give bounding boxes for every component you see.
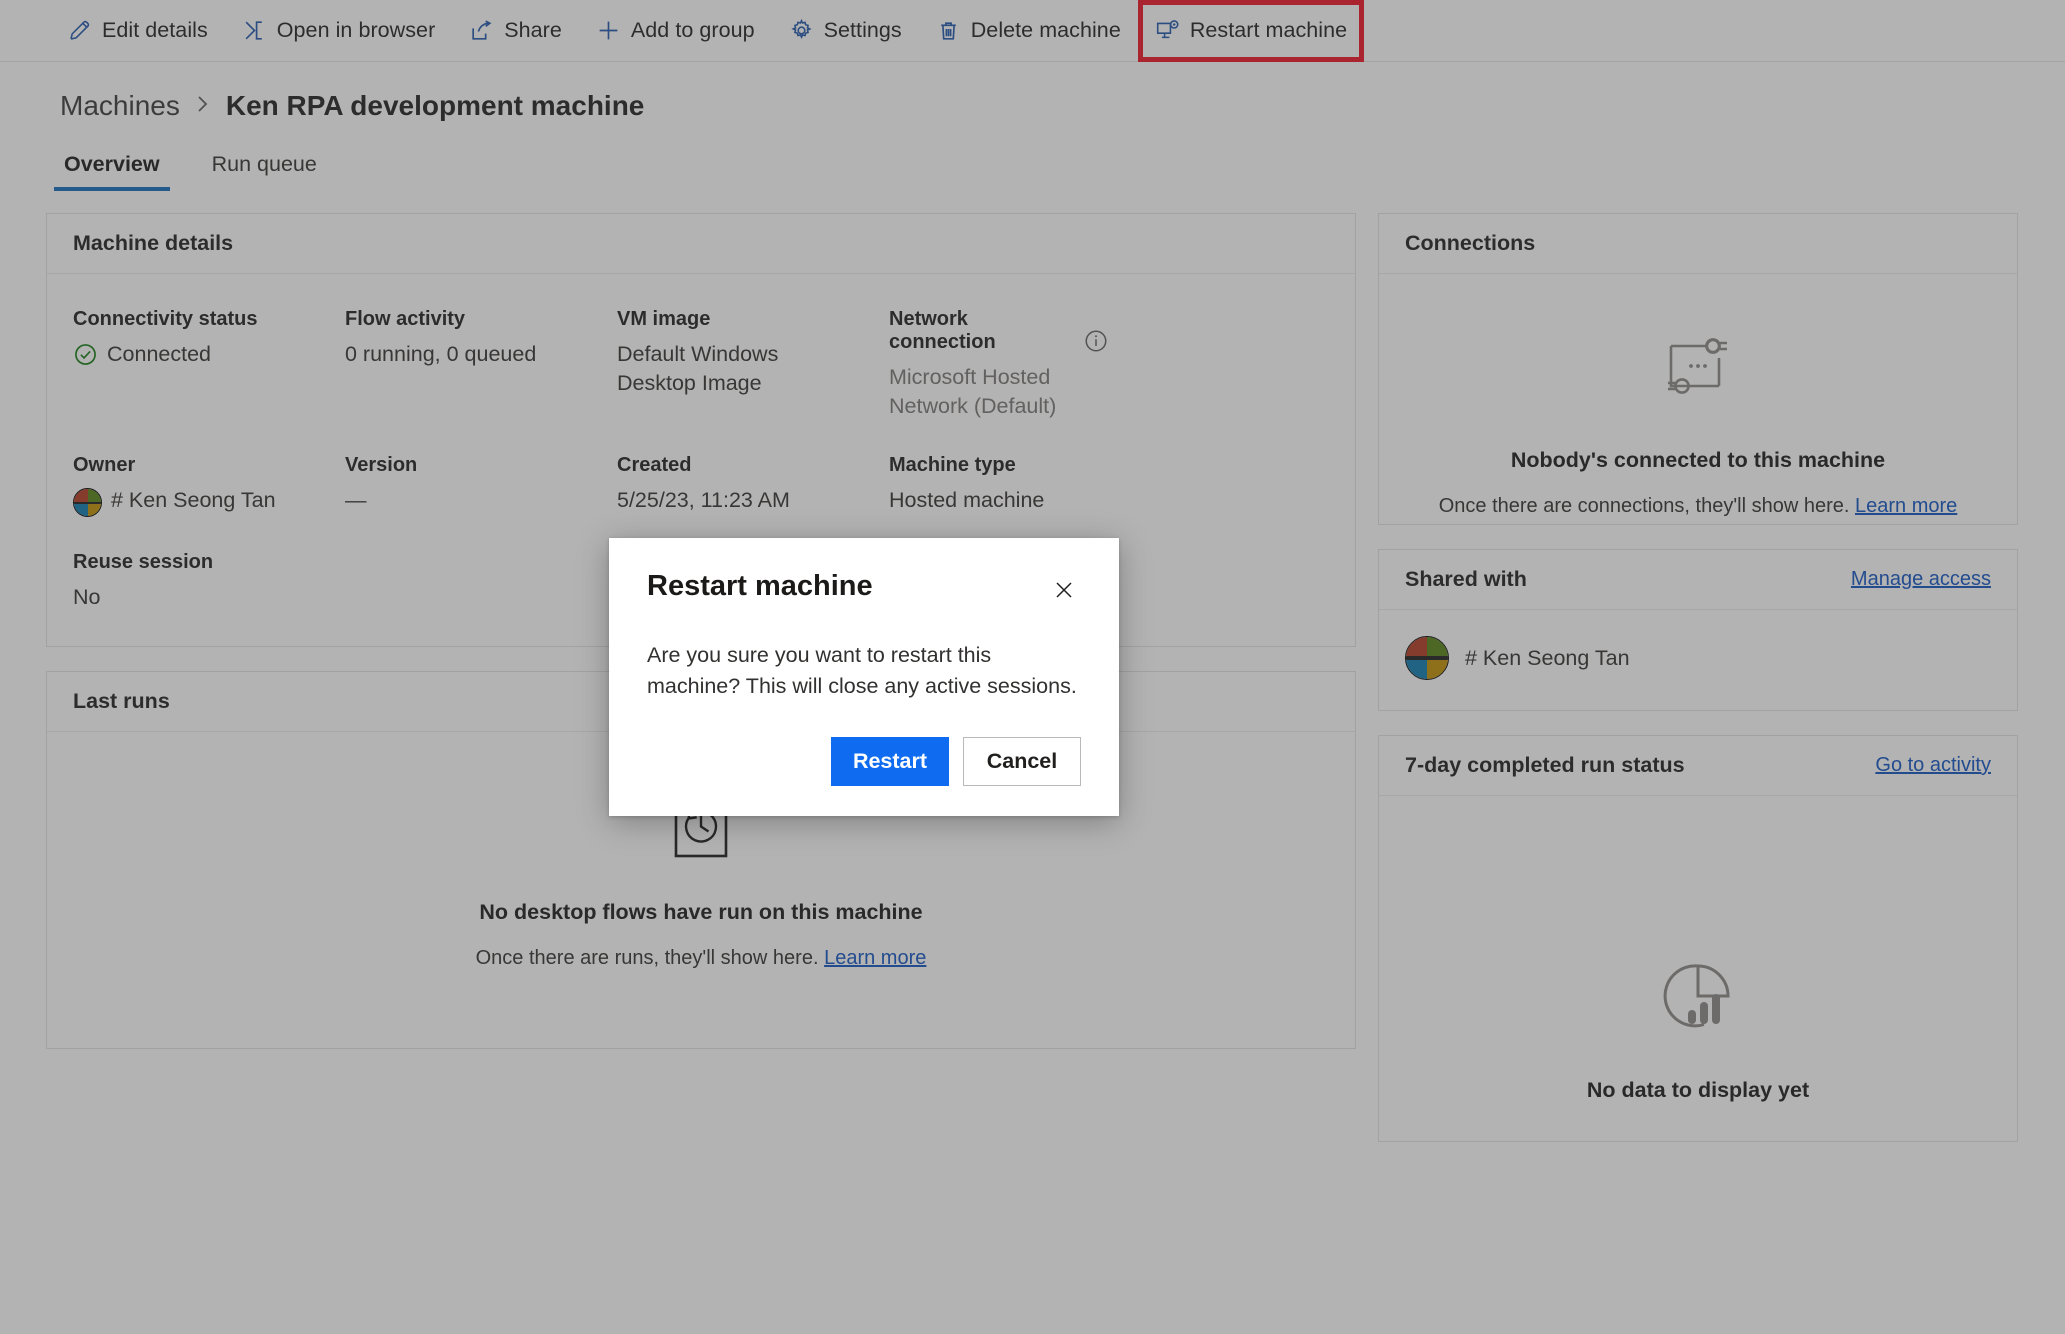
close-icon[interactable] [1047,573,1081,607]
cancel-button[interactable]: Cancel [963,737,1081,787]
restart-confirm-button[interactable]: Restart [831,737,949,787]
dialog-message: Are you sure you want to restart this ma… [647,643,1077,698]
dialog-header: Restart machine [647,570,1081,607]
dialog-actions: Restart Cancel [647,737,1081,787]
restart-machine-dialog: Restart machine Are you sure you want to… [609,538,1119,817]
dialog-title: Restart machine [647,570,873,602]
